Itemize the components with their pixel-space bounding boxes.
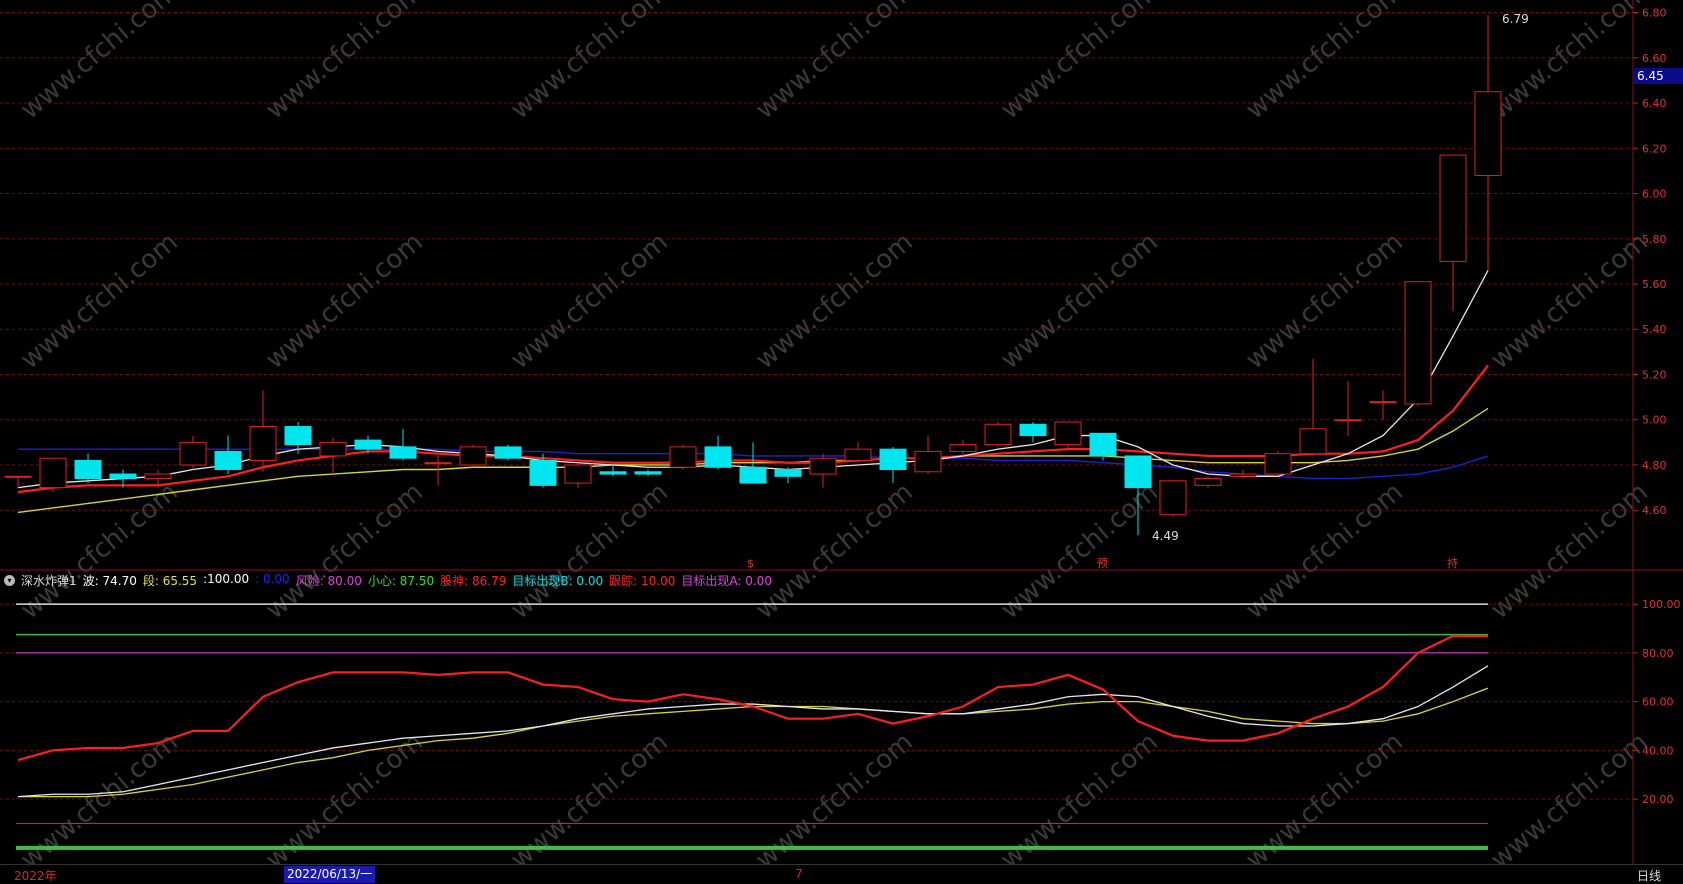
legend-item: 小心: 87.50: [367, 573, 435, 588]
collapse-toggle-icon[interactable]: ▾: [4, 574, 15, 586]
candle: [1159, 480, 1187, 518]
legend-item: :100.00: [203, 571, 250, 586]
candle-body: [1054, 421, 1082, 446]
period-label[interactable]: 日线: [1637, 867, 1661, 884]
price-tick-label: 6.20: [1642, 142, 1667, 155]
legend-item: 跟踪: 10.00: [609, 573, 676, 588]
candle-body: [494, 446, 522, 459]
price-tick-label: 6.80: [1642, 7, 1667, 20]
price-tick-label: 5.40: [1642, 323, 1667, 336]
cursor-date-label: 2022/06/13/一: [284, 866, 376, 883]
candle-body: [144, 473, 172, 480]
price-tick-label: 5.60: [1642, 278, 1667, 291]
candle-body: [739, 466, 767, 484]
year-label: 2022年: [14, 869, 57, 883]
candle-body: [774, 469, 802, 477]
indicator-tick-label: 60.00: [1642, 696, 1674, 709]
indicator-legend-items: 波: 74.70 段: 65.55 :100.00 : 0.00 风险: 80.00…: [83, 572, 772, 589]
current-price-tag: 6.45: [1633, 68, 1683, 84]
signal-label: 持: [1447, 556, 1458, 570]
indicator-tick-label: 40.00: [1642, 744, 1674, 757]
candle-body: [599, 471, 627, 475]
candle-body: [914, 450, 942, 473]
price-tick-label: 6.00: [1642, 188, 1667, 201]
indicator-tick-label: 100.00: [1642, 598, 1681, 611]
indicator-name: 深水炸弹1: [21, 573, 77, 588]
low-price-label: 4.49: [1152, 529, 1179, 543]
candle-body: [1404, 281, 1432, 405]
candle-body: [634, 471, 662, 475]
candle-body: [1159, 480, 1187, 516]
price-tick-label: 5.80: [1642, 233, 1667, 246]
candle-body: [74, 459, 102, 480]
indicator-legend: ▾ 深水炸弹1 波: 74.70 段: 65.55 :100.00 : 0.00 风…: [4, 572, 772, 588]
candle-body: [704, 446, 732, 468]
candle: [39, 457, 67, 493]
candle-body: [949, 444, 977, 452]
legend-item: : 0.00: [255, 571, 290, 586]
candle-body: [1194, 478, 1222, 486]
candle-body: [1229, 473, 1257, 477]
candle-body: [529, 459, 557, 486]
candle-body: [1369, 401, 1397, 404]
candle-body: [1264, 453, 1292, 475]
candle: [669, 444, 697, 470]
indicator-tick-label: 20.00: [1642, 793, 1674, 806]
signal-label: 预: [1097, 557, 1108, 570]
candle-body: [179, 441, 207, 466]
candle-body: [844, 448, 872, 461]
candle-body: [249, 426, 277, 461]
candle-body: [1019, 423, 1047, 437]
legend-item: 目标出现B: 0.00: [512, 573, 604, 588]
candle: [1404, 281, 1432, 407]
candle-body: [564, 464, 592, 484]
kline-chart[interactable]: www.cfchi.com www.cfchi.com www.cfchi.com w…: [0, 0, 1683, 864]
candle: [984, 422, 1012, 447]
candle-body: [1299, 428, 1327, 455]
candle-body: [669, 446, 697, 468]
candle-body: [1334, 419, 1362, 422]
price-tick-label: 6.60: [1642, 52, 1667, 65]
price-tick-label: 5.00: [1642, 414, 1667, 427]
legend-item: 风险: 80.00: [295, 573, 362, 588]
legend-item: 股神: 86.79: [440, 573, 507, 588]
candle-body: [1439, 154, 1467, 262]
signal-label: $: [747, 557, 754, 570]
candle-body: [109, 473, 137, 480]
candle-body: [39, 457, 67, 489]
candle-body: [879, 448, 907, 471]
candle-body: [389, 446, 417, 459]
price-tick-label: 6.40: [1642, 97, 1667, 110]
legend-item: 目标出现A: 0.00: [681, 573, 772, 588]
candle: [1089, 432, 1117, 461]
candle-body: [214, 450, 242, 471]
time-mark: 7: [795, 867, 803, 881]
price-tick-label: 5.20: [1642, 368, 1667, 381]
candle: [494, 444, 522, 461]
candle-body: [284, 426, 312, 446]
candle-body: [424, 462, 452, 465]
candle-body: [319, 441, 347, 457]
legend-item: 段: 65.55: [142, 573, 198, 588]
price-tick-label: 4.80: [1642, 459, 1667, 472]
legend-item: 波: 74.70: [82, 573, 137, 588]
candle: [1054, 421, 1082, 450]
indicator-tick-label: 80.00: [1642, 647, 1674, 660]
candle-body: [809, 457, 837, 475]
candle-body: [4, 475, 32, 478]
candle-body: [1089, 432, 1117, 457]
time-axis-bar: 2022年 2022/06/13/一 7 日线: [0, 864, 1683, 884]
high-price-label: 6.79: [1502, 12, 1529, 26]
price-tick-label: 4.60: [1642, 504, 1667, 517]
candle-body: [984, 423, 1012, 446]
candle-body: [1474, 91, 1502, 176]
candle: [1264, 451, 1292, 477]
candle-body: [1124, 455, 1152, 489]
candle-body: [354, 439, 382, 450]
candle: [459, 444, 487, 468]
candle-body: [459, 446, 487, 466]
